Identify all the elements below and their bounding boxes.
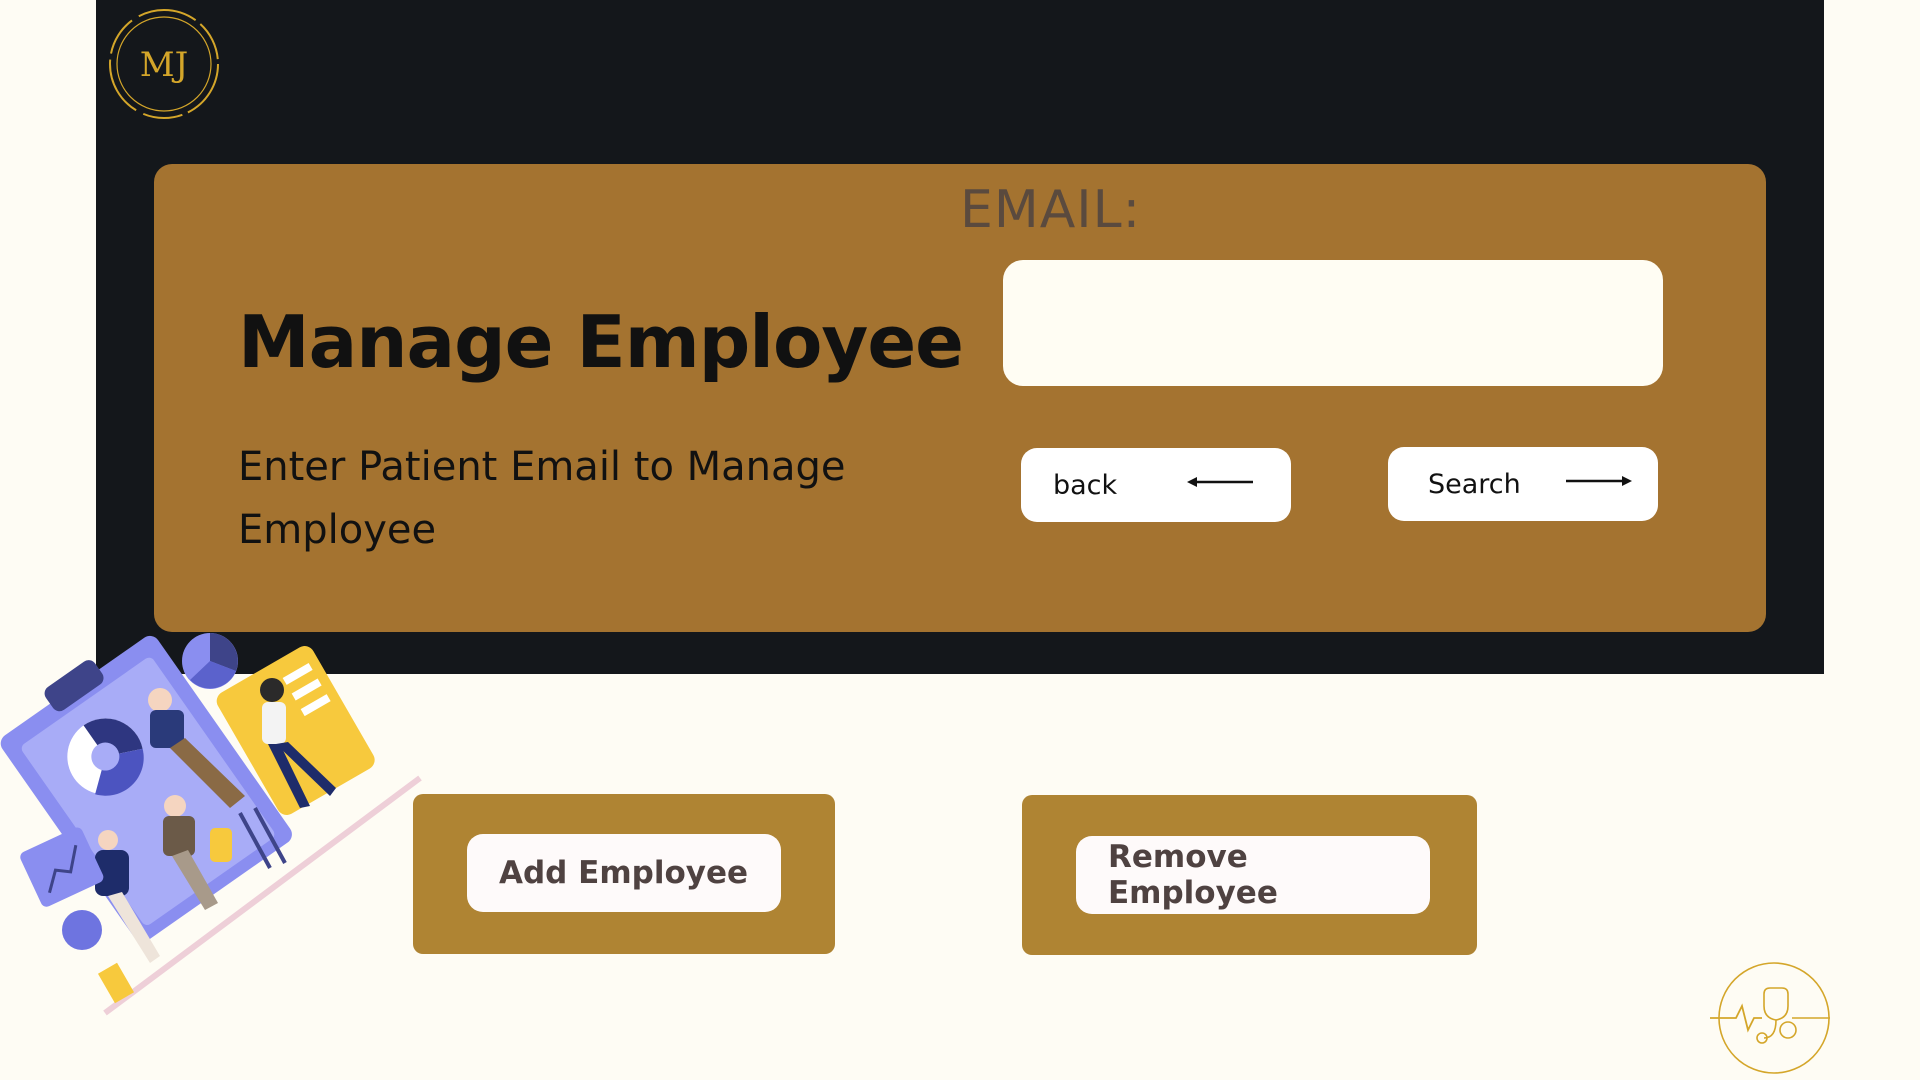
remove-employee-button[interactable]: Remove Employee [1076,836,1430,914]
brand-logo-icon: MJ [109,9,219,119]
add-employee-panel: Add Employee [413,794,835,954]
page-subtitle: Enter Patient Email to Manage Employee [238,444,846,553]
add-employee-button[interactable]: Add Employee [467,834,781,912]
heartbeat-stethoscope-badge-icon [1710,962,1830,1074]
back-button[interactable]: back [1021,448,1291,522]
team-dashboard-illustration [0,633,422,1016]
search-button[interactable]: Search [1388,447,1658,521]
remove-employee-panel: Remove Employee [1022,795,1477,955]
search-button-label: Search [1428,468,1521,500]
email-label: EMAIL: [960,180,1142,240]
arrow-left-icon [1187,477,1253,487]
arrow-right-icon [1566,476,1632,486]
svg-text:MJ: MJ [140,45,188,85]
page-title: Manage Employee [238,300,964,384]
back-button-label: back [1053,469,1118,501]
email-input[interactable] [1003,260,1663,386]
